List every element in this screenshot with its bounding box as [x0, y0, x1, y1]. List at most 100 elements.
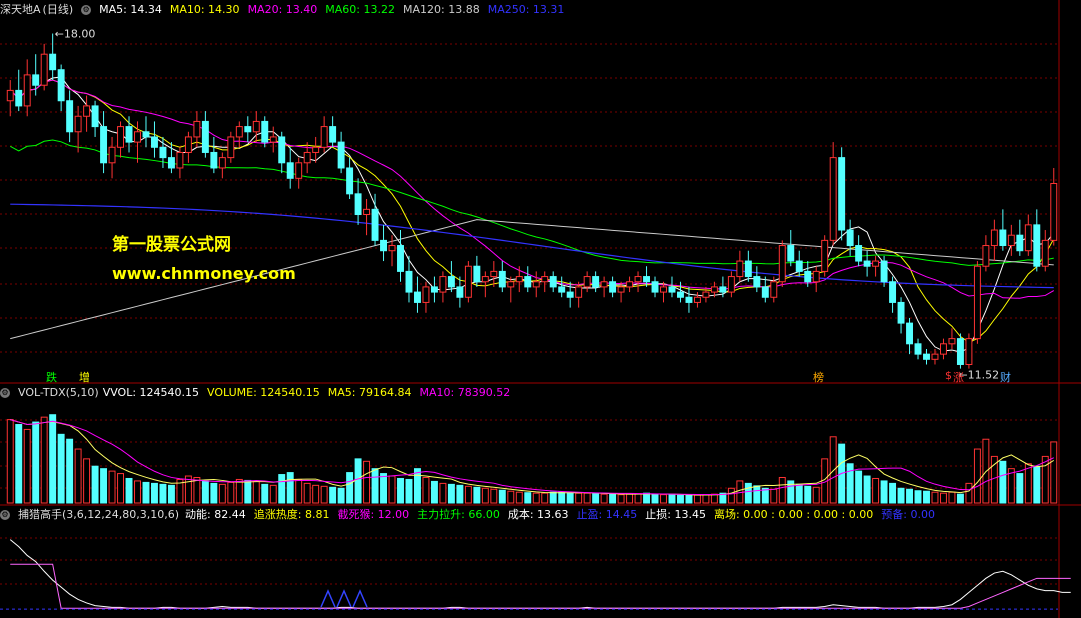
stock-name[interactable]: 深天地A	[0, 3, 41, 16]
volume-bar	[795, 483, 803, 504]
candle	[549, 271, 557, 293]
volume-bar	[346, 472, 354, 504]
candle	[821, 235, 829, 277]
volume-bar	[447, 483, 455, 504]
candle	[380, 224, 388, 262]
settings-icon[interactable]: ⚙	[0, 388, 10, 398]
volume-bar	[252, 480, 260, 504]
volume-bar	[549, 491, 557, 504]
ma-legend-item-2: MA20: 13.40	[247, 3, 318, 16]
candle	[464, 261, 472, 303]
candle	[685, 286, 693, 313]
volume-bar	[906, 488, 914, 504]
vol-legend-item-3: MA10: 78390.52	[419, 386, 511, 399]
volume-bar	[515, 491, 523, 504]
volume-bar	[57, 433, 65, 504]
ma-legend-item-0: MA5: 14.34	[99, 3, 162, 16]
watermark-cn: 第一股票公式网	[112, 235, 231, 255]
candle	[397, 230, 404, 282]
ind-title[interactable]: 捕猎高手(3,6,12,24,80,3,10,6)	[18, 508, 179, 521]
period-label[interactable]: (日线)	[43, 3, 74, 16]
volume-bar	[286, 472, 294, 504]
ma-legend-item-5: MA250: 13.31	[487, 3, 565, 16]
candle	[778, 240, 786, 287]
candle	[201, 111, 209, 158]
volume-bar	[490, 488, 498, 504]
event-tag[interactable]: 跌	[46, 369, 57, 385]
candle	[235, 121, 243, 148]
settings-icon[interactable]: ⚙	[0, 510, 10, 520]
volume-bar	[405, 478, 413, 504]
candle	[1007, 224, 1015, 256]
volume-bar	[456, 484, 464, 504]
candle	[693, 292, 701, 308]
candle	[184, 131, 192, 163]
candle	[515, 266, 523, 293]
volume-bar	[1033, 465, 1041, 504]
volume-bar	[872, 477, 880, 504]
volume-bar	[914, 490, 922, 504]
vol-ma10-line	[10, 419, 1054, 495]
volume-bar	[558, 491, 566, 504]
indicator-lines	[0, 539, 1071, 610]
event-tag[interactable]: $	[945, 369, 952, 382]
candle	[507, 276, 515, 303]
candle	[100, 111, 108, 174]
candle	[108, 136, 116, 179]
vol-legend-item-2: MA5: 79164.84	[327, 386, 412, 399]
candle	[676, 281, 684, 303]
signal-triangle	[352, 589, 368, 608]
event-tag[interactable]: 榜	[813, 369, 824, 385]
volume-bar	[956, 493, 964, 504]
ind-legend-item-7: 离场: 0.00 : 0.00 : 0.00 : 0.00	[713, 508, 874, 521]
volume-bar	[397, 477, 404, 504]
candle	[702, 286, 710, 303]
volume-bar	[889, 482, 897, 504]
volume-bar	[40, 416, 48, 504]
volume-bar	[634, 493, 642, 504]
candle	[609, 276, 617, 298]
volume-bar	[303, 482, 311, 504]
volume-bar	[863, 475, 871, 504]
settings-icon[interactable]: ⚙	[81, 5, 92, 15]
event-tag[interactable]: 财	[1000, 369, 1011, 385]
candle	[914, 338, 922, 360]
candle	[626, 276, 634, 293]
event-tag[interactable]: 涨	[953, 369, 964, 385]
volume-bar	[1024, 463, 1032, 504]
volume-bar	[710, 493, 718, 504]
volume-bar	[23, 428, 31, 504]
candle	[566, 281, 574, 308]
volume-bar	[1016, 473, 1024, 504]
candle	[787, 230, 795, 267]
ind-legend-item-2: 截死猴: 12.00	[337, 508, 410, 521]
candle	[592, 271, 600, 293]
candle	[193, 111, 201, 148]
volume-bar	[422, 476, 430, 504]
candle	[447, 261, 455, 293]
ind-legend-item-4: 成本: 13.63	[507, 508, 569, 521]
volume-bar	[770, 488, 778, 504]
candle	[956, 333, 964, 369]
vol-title[interactable]: VOL-TDX(5,10)	[18, 386, 99, 399]
candle	[923, 348, 930, 365]
volume-bar	[388, 475, 396, 504]
volume-bar	[201, 480, 209, 504]
event-tag[interactable]: 增	[79, 369, 90, 385]
low-price-marker: ←11.52	[958, 369, 999, 382]
candle	[795, 250, 803, 277]
volume-bar	[804, 485, 812, 504]
candle	[481, 271, 489, 298]
volume-bar	[600, 493, 608, 504]
volume-bar	[142, 481, 150, 504]
volume-bar	[948, 491, 956, 504]
volume-bar	[668, 494, 676, 504]
candle	[829, 142, 837, 246]
volume-bar	[660, 494, 667, 504]
candle	[57, 64, 65, 112]
volume-bar	[626, 493, 634, 504]
candle	[278, 131, 286, 174]
candle	[422, 281, 430, 313]
candle	[744, 250, 752, 282]
volume-bar	[244, 479, 252, 504]
